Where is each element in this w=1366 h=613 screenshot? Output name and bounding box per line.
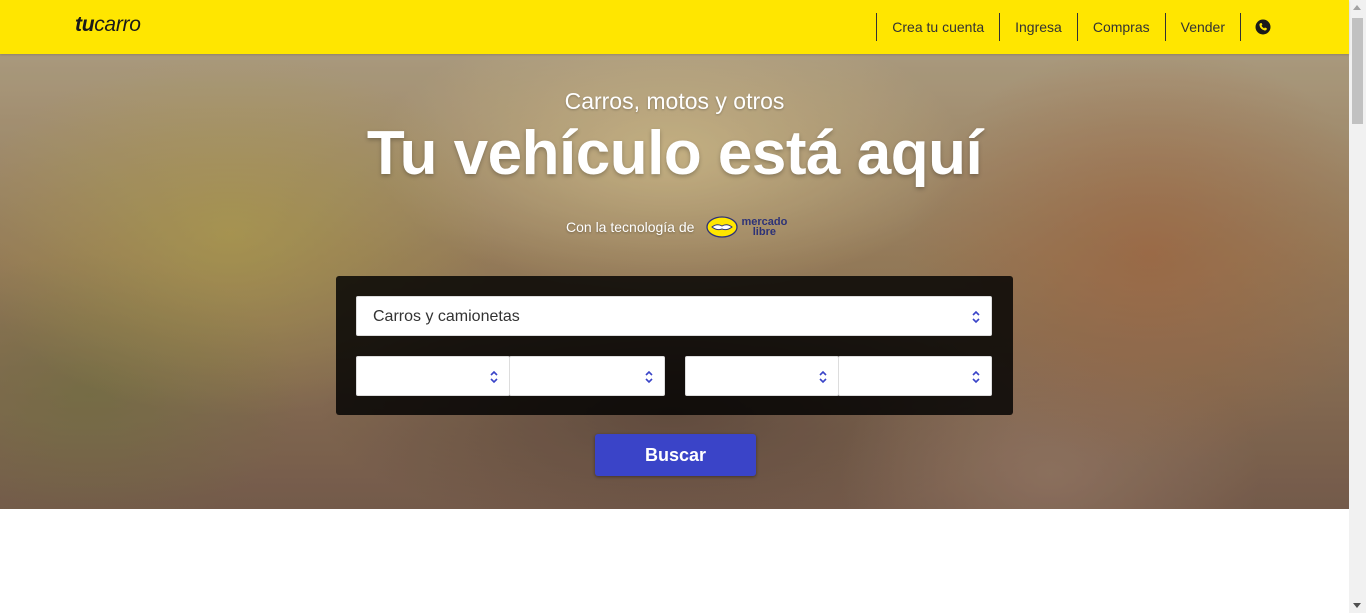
vehicle-type-select[interactable]: Carros y camionetas (356, 296, 992, 336)
chevron-updown-icon (645, 370, 653, 384)
chevron-updown-icon (972, 370, 980, 384)
mercadolibre-text: mercado libre (741, 217, 787, 238)
tech-text: Con la tecnología de (566, 219, 695, 235)
top-header: tucarro Crea tu cuenta Ingresa Compras V… (0, 0, 1349, 54)
top-nav: Crea tu cuenta Ingresa Compras Vender (876, 13, 1285, 41)
filter-select-4[interactable] (838, 356, 992, 396)
vehicle-type-value: Carros y camionetas (373, 308, 520, 325)
filter-select-3[interactable] (685, 356, 839, 396)
nav-login[interactable]: Ingresa (999, 13, 1077, 41)
scroll-up-icon[interactable] (1353, 5, 1361, 10)
scroll-down-icon[interactable] (1353, 603, 1361, 608)
scroll-thumb[interactable] (1352, 18, 1363, 124)
search-panel: Carros y camionetas (336, 276, 1013, 415)
filter-select-1[interactable] (356, 356, 510, 396)
chevron-updown-icon (819, 370, 827, 384)
nav-create-account[interactable]: Crea tu cuenta (876, 13, 999, 41)
logo-part-bold: tu (75, 13, 95, 36)
nav-phone[interactable] (1240, 13, 1285, 41)
page-scrollbar[interactable] (1349, 0, 1366, 613)
logo-part-light: carro (94, 13, 141, 36)
handshake-icon (706, 216, 739, 238)
chevron-updown-icon (972, 310, 980, 324)
search-button[interactable]: Buscar (595, 434, 756, 476)
mercadolibre-logo: mercado libre (706, 216, 787, 238)
tucarro-logo[interactable]: tucarro (75, 13, 141, 37)
hero-title: Tu vehículo está aquí (366, 119, 983, 188)
chevron-updown-icon (490, 370, 498, 384)
tech-credit: Con la tecnología de mercado libre (566, 212, 787, 242)
hero-subtitle: Carros, motos y otros (564, 88, 785, 114)
ml-line2: libre (752, 226, 776, 238)
filter-select-2[interactable] (509, 356, 665, 396)
phone-icon (1255, 19, 1271, 35)
hero-banner: Carros, motos y otros Tu vehículo está a… (0, 54, 1349, 509)
nav-purchases[interactable]: Compras (1076, 13, 1165, 41)
nav-sell[interactable]: Vender (1164, 13, 1240, 41)
